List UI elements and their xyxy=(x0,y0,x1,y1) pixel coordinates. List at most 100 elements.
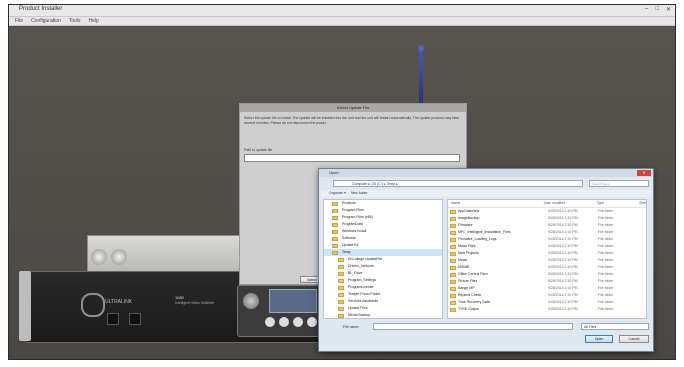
menu-tools[interactable]: Tools xyxy=(69,17,81,25)
tree-item[interactable]: Products xyxy=(324,200,442,207)
panel-btn-4[interactable] xyxy=(307,317,317,327)
open-dialog-title: Open xyxy=(329,170,339,175)
folder-icon xyxy=(450,272,456,277)
file-row[interactable]: AppDataView 9/28/2014 2:10 PM File folder xyxy=(448,208,646,215)
device-logo xyxy=(81,293,105,317)
col-type[interactable]: Type xyxy=(593,200,636,207)
device-subtitle: Intelligent Video Switcher xyxy=(175,301,215,305)
folder-icon xyxy=(332,222,338,227)
file-row[interactable]: MSIME 9/28/2014 2:10 PM File folder xyxy=(448,264,646,271)
dialog-toolbar: Organize ▾ New folder xyxy=(321,190,651,197)
update-dialog-title: Select Update File xyxy=(240,104,466,112)
device-port-1 xyxy=(107,313,119,325)
file-row[interactable]: TYPE Output 9/28/2014 2:10 PM File folder xyxy=(448,306,646,313)
tree-item[interactable]: Program Files (x86) xyxy=(324,214,442,221)
filename-input[interactable] xyxy=(373,323,573,330)
tree-item[interactable]: BL_Drive xyxy=(324,270,442,277)
tree-item[interactable]: Media Backup xyxy=(324,312,442,318)
folder-tree: Products Program Files Program Files (x8… xyxy=(323,199,443,319)
tree-item[interactable]: ProgramData xyxy=(324,221,442,228)
file-row[interactable]: New Projects 9/28/2014 2:10 PM File folder xyxy=(448,250,646,257)
maximize-button[interactable]: □ xyxy=(655,6,659,13)
tree-item[interactable]: EnCollege UpdateFile xyxy=(324,256,442,263)
file-row[interactable]: Reports Check 9/28/2014 2:10 PM File folde… xyxy=(448,292,646,299)
file-row[interactable]: Music Files 9/28/2014 2:10 PM File folder xyxy=(448,243,646,250)
dialog-footer: File name: All Files Open Cancel xyxy=(323,321,649,351)
filetype-select[interactable]: All Files xyxy=(581,323,649,330)
folder-icon xyxy=(332,208,338,213)
tree-item[interactable]: Update Kit xyxy=(324,242,442,249)
tree-item[interactable]: Services Assistants xyxy=(324,298,442,305)
file-row[interactable]: MFC_Intelligent_Installation_Files 9/28/2… xyxy=(448,229,646,236)
antenna-tip xyxy=(418,45,424,51)
folder-icon xyxy=(450,230,456,235)
device-knob-left xyxy=(91,249,107,265)
folder-icon xyxy=(450,223,456,228)
panel-knob xyxy=(243,293,259,309)
col-name[interactable]: Name xyxy=(448,200,541,207)
tree-item[interactable]: Program Files xyxy=(324,207,442,214)
minimize-button[interactable]: – xyxy=(645,6,648,13)
folder-icon xyxy=(450,293,456,298)
file-row[interactable]: Music 9/28/2014 2:10 PM File folder xyxy=(448,257,646,264)
open-button[interactable]: Open xyxy=(585,335,613,343)
file-row[interactable]: Picture Files 9/28/2014 2:10 PM File folde… xyxy=(448,278,646,285)
file-row[interactable]: Range MP 9/28/2014 2:10 PM File folder xyxy=(448,285,646,292)
tree-item[interactable]: Windows Install xyxy=(324,228,442,235)
file-row[interactable]: Time Recovery Data 9/28/2014 2:10 PM File … xyxy=(448,299,646,306)
cancel-button[interactable]: Cancel xyxy=(619,335,649,343)
tree-item[interactable]: Temple Photo Folder xyxy=(324,291,442,298)
panel-display xyxy=(269,289,317,313)
panel-btn-3[interactable] xyxy=(293,317,303,327)
col-date[interactable]: Date modified xyxy=(541,200,594,207)
close-icon[interactable]: ✕ xyxy=(637,170,651,176)
tree-item-selected[interactable]: Temp xyxy=(324,249,442,256)
folder-icon xyxy=(338,299,344,304)
menu-help[interactable]: Help xyxy=(89,17,99,25)
folder-icon xyxy=(450,209,456,214)
device-brand: ULTRALINK xyxy=(105,299,133,305)
tree-item[interactable]: ProgramLicense xyxy=(324,284,442,291)
close-button[interactable]: ✕ xyxy=(666,6,671,13)
filename-label: File name: xyxy=(343,325,360,329)
device-model: 1080 xyxy=(175,295,184,300)
open-dialog-titlebar: Open ✕ xyxy=(319,169,653,177)
folder-icon xyxy=(332,215,338,220)
search-input[interactable]: Search Temp xyxy=(589,180,649,187)
folder-icon xyxy=(338,306,344,311)
menu-file[interactable]: File xyxy=(15,17,23,25)
file-row[interactable]: Office Central Files 9/28/2014 2:10 PM Fil… xyxy=(448,271,646,278)
file-row[interactable]: Firmware 9/28/2014 2:10 PM File folder xyxy=(448,222,646,229)
folder-icon xyxy=(450,286,456,291)
folder-icon xyxy=(450,237,456,242)
path-input[interactable] xyxy=(244,154,460,162)
menu-configuration[interactable]: Configuration xyxy=(31,17,61,25)
folder-icon xyxy=(332,229,338,234)
panel-btn-2[interactable] xyxy=(279,317,289,327)
folder-icon xyxy=(338,313,344,318)
panel-btn-1[interactable] xyxy=(265,317,275,327)
file-list: Name Date modified Type Size AppDataView… xyxy=(447,199,647,319)
tree-item[interactable]: Drivers_Network xyxy=(324,263,442,270)
folder-icon xyxy=(450,251,456,256)
organize-button[interactable]: Organize ▾ xyxy=(329,191,346,195)
window-controls: – □ ✕ xyxy=(645,6,671,13)
new-folder-button[interactable]: New folder xyxy=(351,191,368,195)
folder-icon xyxy=(338,257,344,262)
address-bar[interactable]: Computer ▸ OS (C:) ▸ Temp ▸ xyxy=(333,180,583,187)
file-row[interactable]: ImageBackup 9/28/2014 2:10 PM File folder xyxy=(448,215,646,222)
update-dialog-text: Select the update file to install. The u… xyxy=(244,116,459,125)
folder-icon xyxy=(338,278,344,283)
folder-icon xyxy=(450,244,456,249)
col-size[interactable]: Size xyxy=(636,200,646,207)
tree-item[interactable]: Update Files xyxy=(324,305,442,312)
tree-item[interactable]: Software xyxy=(324,235,442,242)
tree-item[interactable]: Program_Settings xyxy=(324,277,442,284)
folder-icon xyxy=(450,307,456,312)
folder-icon xyxy=(338,285,344,290)
open-file-dialog: Open ✕ Computer ▸ OS (C:) ▸ Temp ▸ Searc… xyxy=(318,168,654,352)
antenna xyxy=(419,49,423,109)
file-row[interactable]: Firmware_Loading_Logs 9/28/2014 2:10 PM Fi… xyxy=(448,236,646,243)
window-title: Product Installer xyxy=(19,6,63,12)
folder-icon xyxy=(332,243,338,248)
